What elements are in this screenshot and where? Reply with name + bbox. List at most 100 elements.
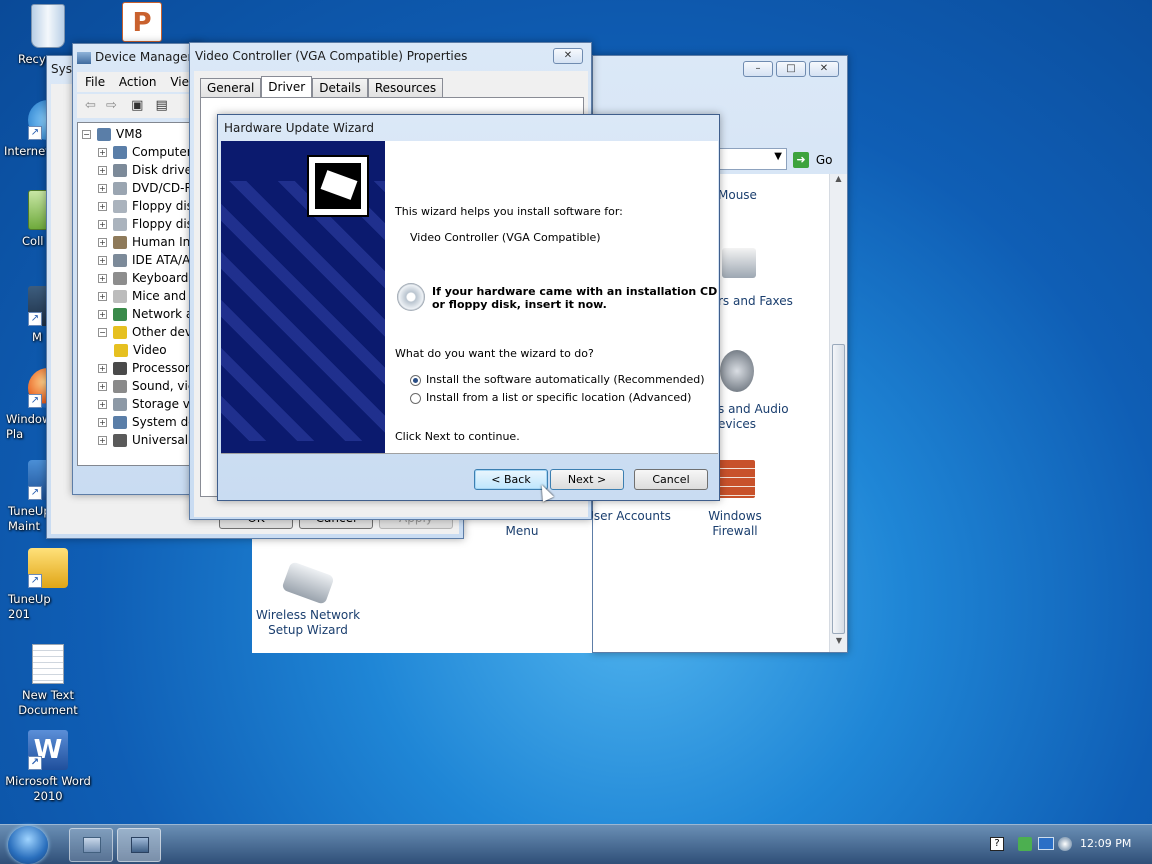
cp-item-sounds-audio[interactable]: s and Audio evices — [718, 350, 798, 432]
maximize-icon[interactable]: □ — [776, 61, 806, 77]
menu-file[interactable]: File — [85, 75, 105, 89]
tab-strip: General Driver Details Resources — [200, 76, 444, 98]
address-bar[interactable]: ▼ — [717, 148, 787, 170]
expand-icon[interactable]: + — [98, 436, 107, 445]
expand-icon[interactable]: + — [98, 166, 107, 175]
recycle-bin-icon — [31, 4, 65, 48]
forward-arrow-icon[interactable]: ⇨ — [106, 98, 117, 113]
expand-icon[interactable]: + — [98, 400, 107, 409]
expand-icon[interactable]: + — [98, 184, 107, 193]
wireless-adapter-icon — [281, 561, 335, 605]
cp-item-wireless-network-wizard[interactable]: Wireless Network Setup Wizard — [256, 561, 360, 638]
expand-icon[interactable]: + — [98, 202, 107, 211]
expand-icon[interactable]: + — [98, 310, 107, 319]
device-manager-icon — [131, 837, 149, 853]
tree-node[interactable]: + Storage vo — [98, 395, 196, 413]
tree-node[interactable]: + Floppy dis — [98, 197, 193, 215]
scrollbar[interactable]: ▲ ▼ — [829, 174, 847, 652]
tree-node[interactable]: + Processors — [98, 359, 196, 377]
tab-driver[interactable]: Driver — [261, 76, 313, 98]
cancel-button[interactable]: Cancel — [634, 469, 708, 490]
menu-action[interactable]: Action — [119, 75, 157, 89]
desktop-icon-powerpoint[interactable]: P — [112, 2, 172, 46]
tree-node[interactable]: + Keyboards — [98, 269, 195, 287]
expand-icon[interactable]: + — [98, 220, 107, 229]
wizard-title: Hardware Update Wizard — [224, 121, 374, 135]
expand-icon[interactable]: + — [98, 148, 107, 157]
tree-node-label: Universal S — [132, 433, 197, 447]
go-button[interactable]: ➜ Go — [793, 150, 832, 168]
clock[interactable]: 12:09 PM — [1080, 837, 1131, 850]
device-icon — [113, 434, 127, 447]
minimize-icon[interactable]: – — [743, 61, 773, 77]
tree-node-label: Network a — [132, 307, 194, 321]
tree-node[interactable]: + Computer — [98, 143, 192, 161]
collapse-icon[interactable]: − — [98, 328, 107, 337]
tree-node-label: DVD/CD-R — [132, 181, 193, 195]
tree-node[interactable]: + Floppy dis — [98, 215, 193, 233]
tree-node-label: Floppy dis — [132, 217, 193, 231]
shortcut-arrow-icon: ↗ — [28, 486, 42, 500]
expand-icon[interactable]: + — [98, 274, 107, 283]
option-install-automatically[interactable]: Install the software automatically (Reco… — [410, 373, 705, 386]
radio-selected-icon[interactable] — [410, 374, 421, 386]
tree-node[interactable]: + IDE ATA/A — [98, 251, 190, 269]
device-icon — [113, 272, 127, 285]
scroll-up-icon[interactable]: ▲ — [830, 174, 847, 190]
tray-monitor-icon[interactable] — [1038, 837, 1054, 850]
shortcut-arrow-icon: ↗ — [28, 126, 42, 140]
expand-icon[interactable]: + — [98, 256, 107, 265]
close-icon[interactable]: ✕ — [809, 61, 839, 77]
chevron-down-icon[interactable]: ▼ — [774, 151, 782, 162]
tree-node[interactable]: + Disk drives — [98, 161, 196, 179]
device-tree: − VM8 + Computer + Disk drives + DVD/CD-R + Flop… — [77, 122, 197, 466]
scrollbar-thumb[interactable] — [832, 344, 845, 634]
cd-notice-line2: or floppy disk, insert it now. — [432, 298, 607, 311]
show-hide-tree-icon[interactable]: ▣ — [131, 98, 143, 113]
cp-item-printers-faxes[interactable]: rs and Faxes — [718, 248, 798, 309]
close-icon[interactable]: ✕ — [553, 48, 583, 64]
tray-network-icon[interactable] — [1018, 837, 1032, 851]
desktop-icon-tuneup-utilities[interactable]: ↗ TuneUp 201 — [2, 548, 94, 622]
tray-speaker-icon[interactable] — [1058, 837, 1072, 851]
expand-icon[interactable]: + — [98, 418, 107, 427]
tab-resources[interactable]: Resources — [367, 78, 444, 98]
radio-unselected-icon[interactable] — [410, 392, 421, 404]
tree-node[interactable]: + DVD/CD-R — [98, 179, 193, 197]
expand-icon[interactable]: + — [98, 364, 107, 373]
device-icon — [113, 290, 127, 303]
desktop-icon-new-text-document[interactable]: New Text Document — [2, 644, 94, 718]
tab-details[interactable]: Details — [312, 78, 368, 98]
tree-node[interactable]: + Mice and — [98, 287, 186, 305]
tree-node-label: IDE ATA/A — [132, 253, 191, 267]
tree-node[interactable]: + System de — [98, 413, 196, 431]
tree-node[interactable]: − Other dev — [98, 323, 192, 341]
scroll-down-icon[interactable]: ▼ — [830, 636, 848, 652]
wizard-footer-text: Click Next to continue. — [395, 430, 520, 443]
back-arrow-icon[interactable]: ⇦ — [85, 98, 96, 113]
expand-icon[interactable]: + — [98, 238, 107, 247]
taskbar-button-device-manager[interactable] — [117, 828, 161, 862]
tree-node-label: Processors — [132, 361, 197, 375]
tree-node[interactable]: + Universal S — [98, 431, 197, 449]
desktop-icon-word[interactable]: W ↗ Microsoft Word 2010 — [2, 730, 94, 804]
tree-node[interactable]: Video — [114, 341, 167, 359]
tree-node[interactable]: + Human In — [98, 233, 190, 251]
device-manager-window: Device Manager File Action View ⇦ ⇨ ▣ ▤ … — [72, 43, 202, 495]
tree-node[interactable]: + Network a — [98, 305, 193, 323]
next-button[interactable]: Next > — [550, 469, 624, 490]
device-icon — [113, 236, 127, 249]
tree-node[interactable]: + Sound, vic — [98, 377, 194, 395]
cp-item-user-accounts[interactable]: User Accounts — [584, 509, 672, 524]
properties-icon[interactable]: ▤ — [156, 98, 168, 113]
start-button[interactable] — [8, 826, 48, 864]
control-panel-caption-buttons: – □ ✕ — [743, 61, 839, 77]
tree-root[interactable]: − VM8 — [82, 125, 142, 143]
taskbar-button-system-properties[interactable] — [69, 828, 113, 862]
expand-icon[interactable]: + — [98, 292, 107, 301]
tray-help-icon[interactable]: ? — [990, 837, 1004, 851]
cp-item-mouse[interactable]: Mouse — [718, 188, 758, 203]
tab-general[interactable]: General — [200, 78, 262, 98]
expand-icon[interactable]: + — [98, 382, 107, 391]
option-install-from-list[interactable]: Install from a list or specific location… — [410, 391, 691, 404]
